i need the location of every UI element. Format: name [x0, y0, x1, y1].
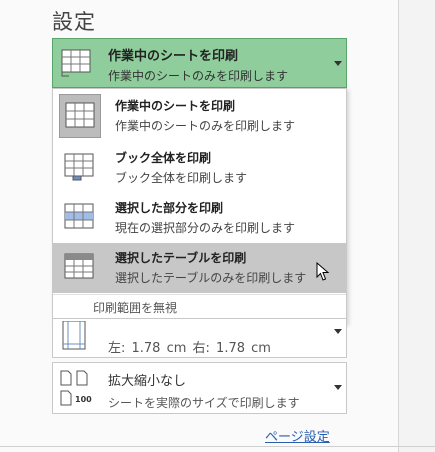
menu-item-selection[interactable]: 選択した部分を印刷 現在の選択部分のみを印刷します — [53, 193, 346, 243]
chevron-down-icon[interactable] — [334, 385, 342, 390]
scaling-percent-label: 100 — [75, 395, 92, 404]
selected-option-title: 作業中のシートを印刷 — [108, 49, 239, 64]
margins-dropdown[interactable]: 左: 1.78 cm 右: 1.78 cm — [52, 318, 347, 358]
menu-item-title: 選択した部分を印刷 — [115, 201, 224, 215]
active-sheet-icon — [59, 94, 101, 138]
ignore-print-area-option[interactable]: 印刷範囲を無視 — [93, 299, 177, 316]
active-sheet-icon — [59, 46, 93, 84]
bottom-border — [0, 446, 435, 447]
menu-item-active-sheet[interactable]: 作業中のシートを印刷 作業中のシートのみを印刷します — [53, 91, 346, 141]
menu-item-title: 作業中のシートを印刷 — [115, 99, 236, 113]
mouse-cursor-icon — [316, 261, 330, 286]
scaling-title: 拡大縮小なし — [108, 374, 187, 389]
menu-divider — [53, 294, 346, 295]
menu-item-title: ブック全体を印刷 — [115, 151, 212, 165]
print-what-menu: 作業中のシートを印刷 作業中のシートのみを印刷します ブック全体を印刷 ブック全… — [52, 88, 347, 324]
margins-icon — [59, 320, 89, 357]
menu-item-subtitle: ブック全体を印刷します — [115, 171, 248, 185]
margins-value: 左: 1.78 cm 右: 1.78 cm — [108, 341, 271, 356]
no-scaling-icon — [59, 369, 95, 413]
settings-title: 設定 — [52, 10, 96, 34]
right-panel-edge — [398, 0, 435, 452]
page-setup-link[interactable]: ページ設定 — [265, 426, 330, 445]
menu-item-subtitle: 現在の選択部分のみを印刷します — [115, 221, 296, 235]
table-icon — [59, 246, 101, 290]
selected-option-subtitle: 作業中のシートのみを印刷します — [108, 69, 289, 83]
menu-item-subtitle: 選択したテーブルのみを印刷します — [115, 271, 307, 285]
workbook-icon — [59, 146, 101, 190]
scaling-dropdown[interactable]: 100 拡大縮小なし シートを実際のサイズで印刷します — [52, 362, 347, 414]
menu-item-title: 選択したテーブルを印刷 — [115, 251, 247, 265]
scaling-subtitle: シートを実際のサイズで印刷します — [108, 396, 300, 410]
print-what-dropdown[interactable]: 作業中のシートを印刷 作業中のシートのみを印刷します — [52, 38, 347, 88]
menu-item-workbook[interactable]: ブック全体を印刷 ブック全体を印刷します — [53, 143, 346, 193]
menu-item-subtitle: 作業中のシートのみを印刷します — [115, 119, 296, 133]
chevron-down-icon[interactable] — [334, 61, 342, 66]
selection-icon — [59, 196, 101, 240]
chevron-down-icon[interactable] — [334, 329, 342, 334]
menu-item-table[interactable]: 選択したテーブルを印刷 選択したテーブルのみを印刷します — [53, 243, 346, 293]
